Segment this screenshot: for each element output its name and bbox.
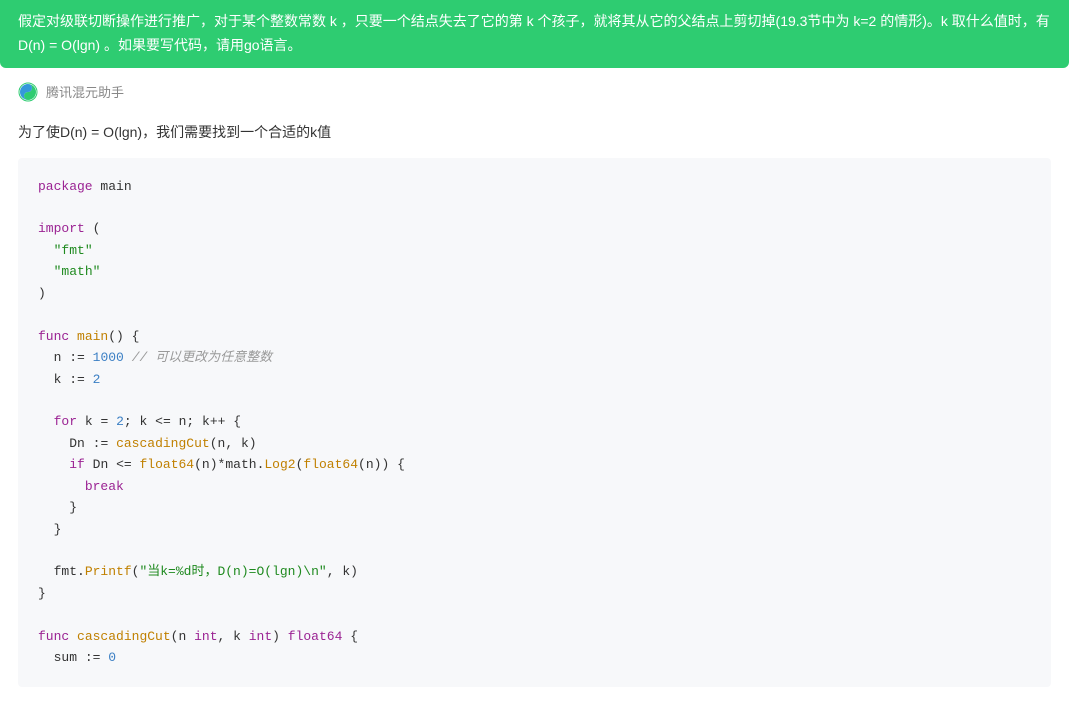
code-keyword: func — [38, 329, 69, 344]
code-type: int — [194, 629, 217, 644]
answer-intro-text: 为了使D(n) = O(lgn)，我们需要找到一个合适的k值 — [18, 124, 331, 140]
code-brace: { — [397, 457, 405, 472]
code-function: float64 — [139, 457, 194, 472]
code-keyword: break — [85, 479, 124, 494]
code-identifier: k — [54, 372, 62, 387]
code-function: Log2 — [264, 457, 295, 472]
code-identifier: fmt — [54, 564, 77, 579]
code-keyword: import — [38, 221, 85, 236]
code-keyword: if — [69, 457, 85, 472]
code-operator: := — [69, 372, 85, 387]
code-paren: ) — [38, 286, 46, 301]
assistant-name: 腾讯混元助手 — [46, 82, 124, 101]
code-punct: , — [225, 436, 233, 451]
code-punct: . — [77, 564, 85, 579]
code-identifier: n — [54, 350, 62, 365]
code-brace: { — [132, 329, 140, 344]
code-function: main — [77, 329, 108, 344]
code-operator: := — [69, 350, 85, 365]
code-punct: , — [218, 629, 226, 644]
code-identifier: k — [202, 414, 210, 429]
code-keyword: for — [54, 414, 77, 429]
code-function: Printf — [85, 564, 132, 579]
code-identifier: math — [225, 457, 256, 472]
code-identifier: k — [342, 564, 350, 579]
code-brace: } — [38, 586, 46, 601]
code-operator: := — [93, 436, 109, 451]
code-paren: ) — [272, 629, 280, 644]
code-punct: , — [327, 564, 335, 579]
code-identifier: n — [366, 457, 374, 472]
code-operator: := — [85, 650, 101, 665]
code-brace: { — [233, 414, 241, 429]
code-identifier: Dn — [93, 457, 109, 472]
code-identifier: Dn — [69, 436, 85, 451]
code-identifier: k — [241, 436, 249, 451]
code-string: "当k=%d时，D(n)=O(lgn)\n" — [139, 564, 326, 579]
code-identifier: k — [85, 414, 93, 429]
prompt-banner: 假定对级联切断操作进行推广，对于某个整数常数 k ，只要一个结点失去了它的第 k… — [0, 0, 1069, 68]
code-identifier: k — [233, 629, 241, 644]
assistant-logo-icon — [18, 82, 38, 102]
code-keyword: func — [38, 629, 69, 644]
code-string: "math" — [54, 264, 101, 279]
code-type: int — [249, 629, 272, 644]
code-paren: ( — [194, 457, 202, 472]
code-operator: <= — [116, 457, 132, 472]
code-operator: <= — [155, 414, 171, 429]
code-paren: ( — [358, 457, 366, 472]
code-function: cascadingCut — [77, 629, 171, 644]
code-identifier: sum — [54, 650, 77, 665]
code-paren: ) — [350, 564, 358, 579]
assistant-header: 腾讯混元助手 — [0, 68, 1069, 110]
code-number: 1000 — [93, 350, 124, 365]
code-function: float64 — [303, 457, 358, 472]
code-type: float64 — [288, 629, 343, 644]
code-identifier: n — [202, 457, 210, 472]
code-function: cascadingCut — [116, 436, 210, 451]
code-operator: = — [100, 414, 108, 429]
answer-intro: 为了使D(n) = O(lgn)，我们需要找到一个合适的k值 — [0, 110, 1069, 158]
code-brace: } — [69, 500, 77, 515]
code-paren: )) — [374, 457, 390, 472]
code-comment: // 可以更改为任意整数 — [132, 350, 272, 365]
code-block[interactable]: package main import ( "fmt" "math" ) fun… — [18, 158, 1051, 687]
code-paren: ) — [249, 436, 257, 451]
code-number: 0 — [108, 650, 116, 665]
prompt-text: 假定对级联切断操作进行推广，对于某个整数常数 k ，只要一个结点失去了它的第 k… — [18, 13, 1050, 53]
code-operator: ++ — [210, 414, 226, 429]
code-punct: ; — [186, 414, 194, 429]
code-brace: } — [54, 522, 62, 537]
code-paren: () — [108, 329, 124, 344]
code-number: 2 — [116, 414, 124, 429]
code-paren: ) — [210, 457, 218, 472]
code-identifier: main — [100, 179, 131, 194]
code-paren: ( — [93, 221, 101, 236]
code-punct: ; — [124, 414, 132, 429]
code-identifier: k — [140, 414, 148, 429]
code-identifier: n — [178, 629, 186, 644]
code-number: 2 — [93, 372, 101, 387]
code-keyword: package — [38, 179, 93, 194]
code-paren: ( — [210, 436, 218, 451]
code-brace: { — [350, 629, 358, 644]
code-string: "fmt" — [54, 243, 93, 258]
